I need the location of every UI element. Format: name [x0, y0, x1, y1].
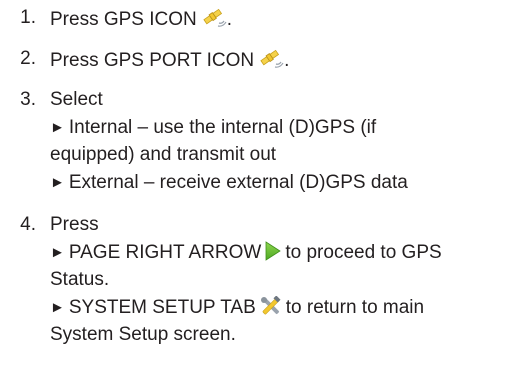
step-number: 1. [20, 7, 36, 28]
bullet-arrow-icon: ► [50, 174, 65, 191]
green-right-arrow-icon [265, 241, 282, 268]
step-3-text: Select [50, 89, 103, 110]
step-4-text: Press [50, 214, 99, 235]
option-internal: ► Internal – use the internal (D)GPS (if [50, 116, 376, 140]
gps-satellite-icon [258, 47, 284, 76]
bullet-arrow-icon: ► [50, 119, 65, 136]
option-external-text: External – receive external (D)GPS data [68, 172, 408, 193]
step-2-period: . [284, 50, 290, 71]
tools-icon [260, 295, 282, 323]
instruction-document: 1. Press GPS ICON . 2. Press GPS PORT IC… [0, 0, 519, 381]
step-number: 3. [20, 89, 36, 110]
bullet-arrow-icon: ► [50, 244, 65, 261]
option-external: ► External – receive external (D)GPS data [50, 171, 408, 195]
option-internal-text: Internal – use the internal (D)GPS (if [68, 117, 377, 138]
step-number: 4. [20, 214, 36, 235]
option-internal-continuation: equipped) and transmit out [50, 144, 277, 165]
step-1-period: . [226, 9, 233, 30]
page-right-label: PAGE RIGHT ARROW [68, 242, 262, 263]
option-system-setup-continuation: System Setup screen. [50, 324, 236, 345]
option-page-right: ► PAGE RIGHT ARROW to proceed to GPS [50, 241, 442, 268]
step-number: 2. [20, 48, 36, 69]
step-1-line: Press GPS ICON . [50, 6, 232, 35]
system-setup-desc: to return to main [285, 297, 425, 318]
page-right-desc: to proceed to GPS [285, 242, 442, 263]
bullet-arrow-icon: ► [50, 299, 65, 316]
option-system-setup: ► SYSTEM SETUP TAB to return to main [50, 295, 425, 323]
option-page-right-continuation: Status. [50, 269, 110, 290]
step-2-text: Press GPS PORT ICON [50, 50, 255, 71]
gps-satellite-icon [201, 6, 227, 35]
system-setup-label: SYSTEM SETUP TAB [68, 297, 256, 318]
step-1-text: Press GPS ICON [50, 9, 197, 30]
step-2-line: Press GPS PORT ICON . [50, 47, 289, 76]
